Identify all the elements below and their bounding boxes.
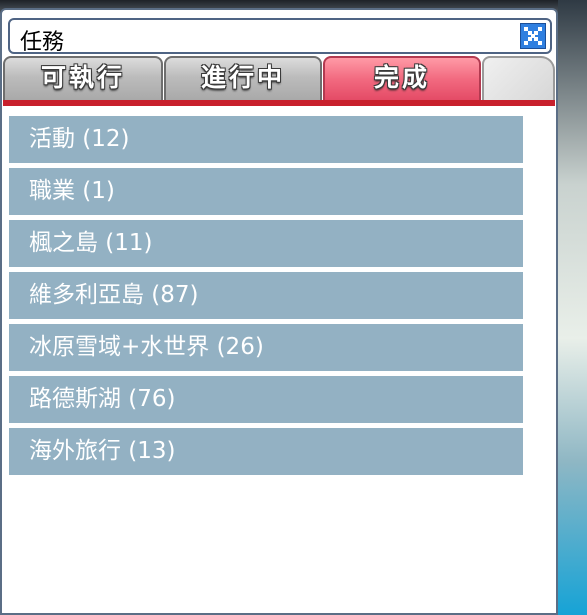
game-background-right xyxy=(558,0,587,615)
list-item[interactable]: 職業 (1) xyxy=(9,168,523,215)
list-item[interactable]: 楓之島 (11) xyxy=(9,220,523,267)
list-item[interactable]: 冰原雪域+水世界 (26) xyxy=(9,324,523,371)
title-bar[interactable]: 任務 xyxy=(8,18,552,55)
list-item[interactable]: 路德斯湖 (76) xyxy=(9,376,523,423)
tab-blank[interactable] xyxy=(482,56,555,100)
close-icon[interactable] xyxy=(520,23,546,49)
list-item[interactable]: 維多利亞島 (87) xyxy=(9,272,523,319)
list-item[interactable]: 活動 (12) xyxy=(9,116,523,163)
tab-in-progress[interactable]: 進行中 xyxy=(164,56,322,100)
list-item[interactable]: 海外旅行 (13) xyxy=(9,428,523,475)
tab-underline xyxy=(3,100,555,106)
quest-category-list: 活動 (12) 職業 (1) 楓之島 (11) 維多利亞島 (87) 冰原雪域+… xyxy=(9,116,523,480)
tab-available[interactable]: 可執行 xyxy=(3,56,163,100)
tab-completed[interactable]: 完成 xyxy=(323,56,481,100)
quest-tabs: 可執行 進行中 完成 xyxy=(3,52,555,100)
